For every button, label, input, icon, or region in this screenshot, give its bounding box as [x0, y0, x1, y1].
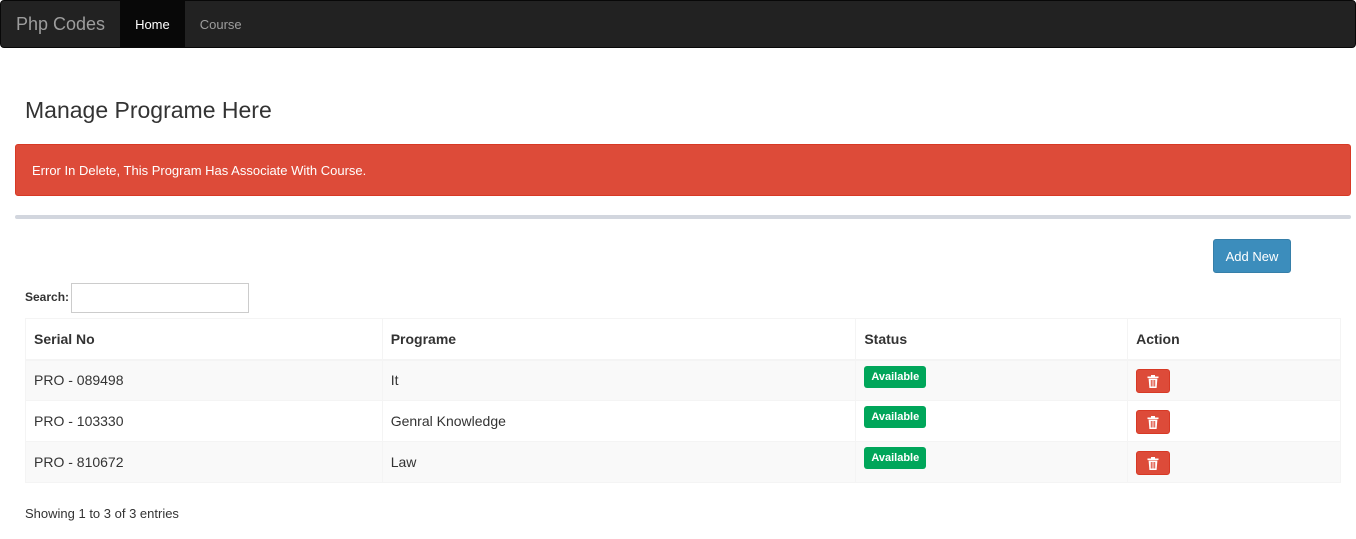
action-cell	[1127, 359, 1341, 401]
table-row: PRO - 103330 Genral Knowledge Available	[25, 400, 1341, 442]
status-badge: Available	[864, 365, 927, 388]
table-row: PRO - 810672 Law Available	[25, 441, 1341, 483]
delete-button[interactable]	[1136, 451, 1171, 475]
page-title: Manage Programe Here	[25, 97, 272, 123]
trash-icon	[1147, 374, 1159, 388]
status-cell: Available	[855, 441, 1129, 483]
alert-message: Error In Delete, This Program Has Associ…	[32, 162, 367, 178]
search-input[interactable]	[71, 283, 249, 313]
column-header-programe[interactable]: Programe	[381, 318, 857, 361]
action-cell	[1127, 441, 1341, 483]
delete-button[interactable]	[1136, 369, 1171, 394]
error-alert: Error In Delete, This Program Has Associ…	[15, 144, 1351, 196]
programe-cell: It	[381, 359, 857, 401]
table-info: Showing 1 to 3 of 3 entries	[25, 506, 179, 521]
column-header-serial[interactable]: Serial No	[25, 318, 383, 361]
table-row: PRO - 089498 It Available	[25, 359, 1341, 401]
top-navbar: Php Codes Home Course	[0, 0, 1356, 48]
brand-logo[interactable]: Php Codes	[1, 1, 120, 47]
search-label: Search:	[25, 290, 70, 304]
section-divider	[15, 215, 1351, 219]
status-badge: Available	[864, 447, 927, 469]
serial-cell: PRO - 089498	[25, 359, 383, 401]
programe-cell: Genral Knowledge	[381, 400, 857, 442]
column-header-status[interactable]: Status	[855, 318, 1129, 361]
table-header-row: Serial No Programe Status Action	[25, 318, 1341, 361]
programe-cell: Law	[381, 441, 857, 483]
status-badge: Available	[864, 406, 927, 428]
delete-button[interactable]	[1136, 410, 1171, 434]
serial-cell: PRO - 103330	[25, 400, 383, 442]
trash-icon	[1147, 415, 1159, 429]
action-cell	[1127, 400, 1341, 442]
programs-table: Serial No Programe Status Action PRO - 0…	[25, 318, 1341, 483]
serial-cell: PRO - 810672	[25, 441, 383, 483]
nav-item-home[interactable]: Home	[120, 1, 185, 47]
trash-icon	[1147, 456, 1159, 470]
add-new-button[interactable]: Add New	[1213, 239, 1291, 273]
nav-item-course[interactable]: Course	[185, 1, 257, 47]
status-cell: Available	[855, 359, 1129, 401]
column-header-action[interactable]: Action	[1127, 318, 1341, 361]
status-cell: Available	[855, 400, 1129, 442]
